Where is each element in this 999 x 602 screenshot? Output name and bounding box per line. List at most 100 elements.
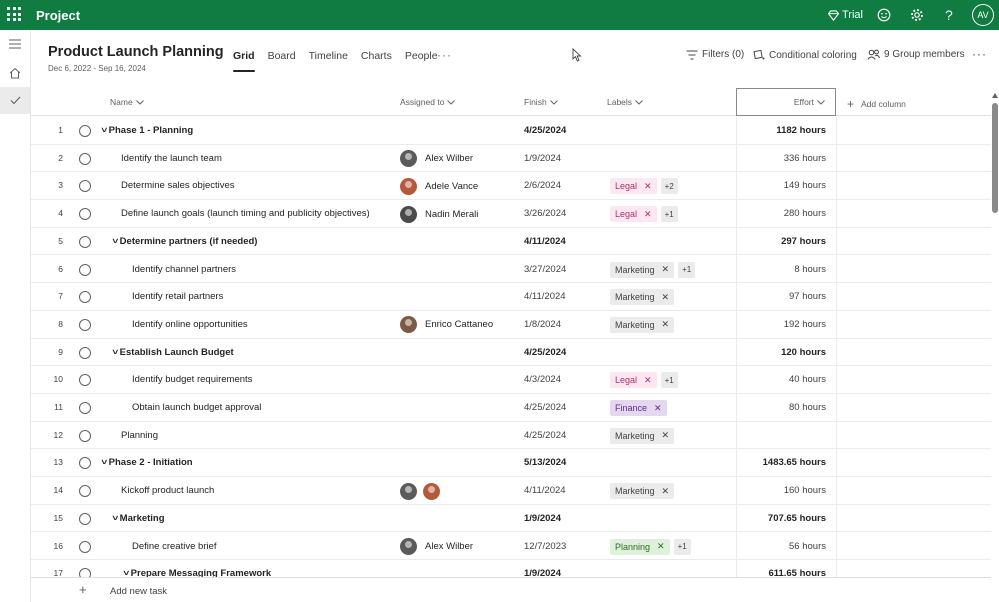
- collapse-chevron-icon[interactable]: ˅: [112, 348, 118, 357]
- finish-date[interactable]: 4/25/2024: [524, 402, 566, 413]
- table-row[interactable]: 10 Identify budget requirements 4/3/2024 Le…: [31, 366, 991, 395]
- avatar[interactable]: [400, 205, 417, 223]
- complete-task-checkbox[interactable]: [79, 152, 91, 165]
- task-name[interactable]: Kickoff product launch: [121, 485, 214, 496]
- complete-task-checkbox[interactable]: [79, 485, 91, 498]
- effort-value[interactable]: 707.65 hours: [736, 513, 836, 524]
- label-chip[interactable]: Legal ✕: [610, 178, 657, 195]
- effort-value[interactable]: 40 hours: [736, 374, 836, 385]
- more-labels-badge[interactable]: +1: [660, 372, 678, 389]
- complete-task-checkbox[interactable]: [79, 346, 91, 359]
- effort-value[interactable]: 97 hours: [736, 291, 836, 302]
- effort-value[interactable]: 336 hours: [736, 153, 836, 164]
- tab-timeline[interactable]: Timeline: [309, 50, 348, 72]
- table-row[interactable]: 7 Identify retail partners 4/11/2024 Market…: [31, 283, 991, 312]
- labels-cell[interactable]: Legal ✕ +1: [610, 206, 678, 223]
- label-chip[interactable]: Marketing ✕: [610, 483, 675, 500]
- table-row[interactable]: 8 Identify online opportunities Enrico Cat…: [31, 310, 991, 339]
- label-chip[interactable]: Finance ✕: [610, 400, 667, 416]
- task-name[interactable]: Determine sales objectives: [121, 180, 235, 191]
- finish-date[interactable]: 4/25/2024: [524, 430, 566, 441]
- home-icon[interactable]: [0, 59, 30, 86]
- label-chip[interactable]: Marketing ✕: [610, 261, 675, 278]
- filters-button[interactable]: Filters (0): [686, 49, 744, 60]
- labels-cell[interactable]: Marketing ✕: [610, 316, 675, 333]
- collapse-chevron-icon[interactable]: ˅: [101, 458, 107, 467]
- table-row[interactable]: 9 ˅Establish Launch Budget 4/25/2024 120 ho…: [31, 338, 991, 367]
- effort-value[interactable]: 80 hours: [736, 402, 836, 413]
- column-header-labels[interactable]: Labels: [607, 97, 643, 107]
- remove-label-icon[interactable]: ✕: [662, 292, 670, 303]
- more-options-icon[interactable]: ···: [972, 47, 987, 61]
- my-tasks-icon[interactable]: [0, 87, 30, 114]
- collapse-chevron-icon[interactable]: ˅: [101, 126, 107, 135]
- task-name[interactable]: ˅Establish Launch Budget: [112, 347, 233, 358]
- remove-label-icon[interactable]: ✕: [657, 541, 665, 552]
- avatar[interactable]: [400, 538, 417, 555]
- labels-cell[interactable]: Legal ✕ +1: [610, 372, 678, 389]
- finish-date[interactable]: 2/6/2024: [524, 180, 561, 191]
- more-labels-badge[interactable]: +2: [660, 178, 678, 195]
- complete-task-checkbox[interactable]: [79, 429, 91, 442]
- app-name[interactable]: Project: [36, 8, 80, 23]
- complete-task-checkbox[interactable]: [79, 235, 91, 248]
- settings-button[interactable]: [910, 0, 924, 30]
- effort-value[interactable]: 611.65 hours: [736, 568, 836, 577]
- table-row[interactable]: 4 Define launch goals (launch timing and …: [31, 200, 991, 229]
- task-name[interactable]: Identify online opportunities: [132, 319, 248, 330]
- column-header-finish[interactable]: Finish: [524, 97, 558, 107]
- table-row[interactable]: 1 ˅Phase 1 - Planning 4/25/2024 1182 hours: [31, 117, 991, 145]
- user-avatar[interactable]: AV: [972, 4, 994, 26]
- table-row[interactable]: 6 Identify channel partners 3/27/2024 Marke…: [31, 255, 991, 284]
- task-name[interactable]: Identify channel partners: [132, 264, 236, 275]
- add-column-button[interactable]: + Add column: [847, 97, 906, 111]
- remove-label-icon[interactable]: ✕: [662, 264, 670, 275]
- effort-value[interactable]: 8 hours: [736, 264, 836, 275]
- complete-task-checkbox[interactable]: [79, 374, 91, 387]
- scrollbar-thumb[interactable]: [992, 103, 998, 213]
- column-header-effort[interactable]: Effort: [736, 88, 836, 116]
- more-labels-badge[interactable]: +1: [673, 538, 691, 555]
- collapse-menu-icon[interactable]: [0, 30, 30, 57]
- finish-date[interactable]: 4/3/2024: [524, 374, 561, 385]
- complete-task-checkbox[interactable]: [79, 540, 91, 553]
- collapse-chevron-icon[interactable]: ˅: [123, 569, 129, 577]
- remove-label-icon[interactable]: ✕: [644, 209, 652, 220]
- scroll-up-icon[interactable]: [992, 93, 998, 98]
- label-chip[interactable]: Legal ✕: [610, 372, 657, 389]
- labels-cell[interactable]: Legal ✕ +2: [610, 178, 678, 195]
- task-name[interactable]: ˅Determine partners (if needed): [112, 236, 257, 247]
- more-labels-badge[interactable]: +1: [678, 261, 696, 278]
- effort-value[interactable]: 1182 hours: [736, 125, 836, 136]
- finish-date[interactable]: 1/9/2024: [524, 153, 561, 164]
- assignees[interactable]: Alex Wilber: [400, 538, 473, 556]
- feedback-button[interactable]: [877, 0, 891, 30]
- labels-cell[interactable]: Planning ✕ +1: [610, 538, 691, 555]
- table-row[interactable]: 3 Determine sales objectives Adele Vance 2/…: [31, 172, 991, 201]
- help-icon[interactable]: ?: [945, 0, 953, 30]
- task-name[interactable]: ˅Prepare Messaging Framework: [123, 568, 271, 577]
- complete-task-checkbox[interactable]: [79, 402, 91, 414]
- effort-value[interactable]: 120 hours: [736, 347, 836, 358]
- complete-task-checkbox[interactable]: [79, 512, 91, 525]
- table-row[interactable]: 2 Identify the launch team Alex Wilber 1/9/…: [31, 144, 991, 173]
- complete-task-checkbox[interactable]: [79, 568, 91, 577]
- effort-value[interactable]: 297 hours: [736, 236, 836, 247]
- table-row[interactable]: 16 Define creative brief Alex Wilber 12/7/2…: [31, 532, 991, 561]
- finish-date[interactable]: 5/13/2024: [524, 457, 566, 468]
- table-row[interactable]: 11 Obtain launch budget approval 4/25/2024…: [31, 394, 991, 422]
- finish-date[interactable]: 1/9/2024: [524, 568, 561, 577]
- column-header-assigned[interactable]: Assigned to: [400, 97, 456, 107]
- app-launcher-icon[interactable]: [7, 7, 21, 21]
- tab-board[interactable]: Board: [268, 50, 296, 72]
- finish-date[interactable]: 1/8/2024: [524, 319, 561, 330]
- assignees[interactable]: Nadin Merali: [400, 205, 478, 223]
- complete-task-checkbox[interactable]: [79, 318, 91, 331]
- table-row[interactable]: 15 ˅Marketing 1/9/2024 707.65 hours: [31, 504, 991, 533]
- task-name[interactable]: ˅Phase 1 - Planning: [101, 125, 193, 136]
- task-name[interactable]: Define launch goals (launch timing and p…: [121, 208, 370, 219]
- label-chip[interactable]: Marketing ✕: [610, 316, 675, 333]
- effort-value[interactable]: 280 hours: [736, 208, 836, 219]
- effort-value[interactable]: 1483.65 hours: [736, 457, 836, 468]
- collapse-chevron-icon[interactable]: ˅: [112, 514, 118, 523]
